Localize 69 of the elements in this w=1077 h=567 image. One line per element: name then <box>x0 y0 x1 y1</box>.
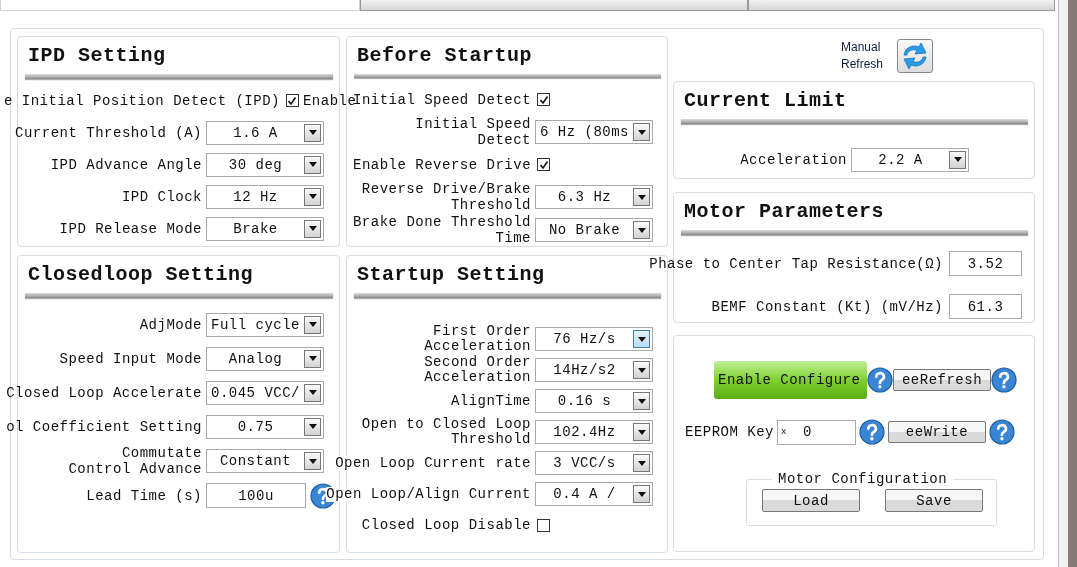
refresh-button[interactable] <box>897 38 933 73</box>
dropdown[interactable]: 102.4Hz <box>535 420 653 444</box>
dropdown[interactable]: 12 Hz <box>206 184 324 209</box>
help-icon[interactable] <box>989 419 1015 446</box>
help-icon[interactable] <box>991 367 1017 394</box>
dropdown[interactable]: Constant <box>206 449 324 473</box>
refresh-button[interactable]: eeRefresh <box>893 369 991 392</box>
dropdown[interactable]: 76 Hz/s <box>535 327 653 351</box>
field-label: Commutate Control Advance <box>68 445 202 477</box>
field-label: Acceleration <box>740 151 847 168</box>
dropdown[interactable]: 1.6 A <box>206 120 324 145</box>
key-field[interactable]: x 0 <box>777 419 856 445</box>
field-label: Phase to Center Tap Resistance(Ω) <box>649 255 943 272</box>
panel-title: IPD Setting <box>27 43 166 69</box>
input-field[interactable]: 61.3 <box>949 294 1022 320</box>
dropdown[interactable]: No Brake <box>535 218 653 242</box>
dropdown[interactable]: Full cycle <box>206 312 324 337</box>
field-label: AdjMode <box>139 316 202 333</box>
panel-title: Before Startup <box>356 43 533 69</box>
field-label: Initial Speed Detect <box>415 116 531 148</box>
dropdown[interactable]: 6.3 Hz <box>535 185 653 209</box>
dropdown[interactable]: 0.75 <box>206 414 324 439</box>
field-label: BEMF Constant (Kt) (mV/Hz) <box>711 298 943 315</box>
refresh-label: Manual Refresh <box>841 38 885 73</box>
field-label: EEPROM Key <box>685 424 774 441</box>
dropdown[interactable]: 0.045 VCC/ <box>206 380 324 405</box>
field-label: Closed Loop Disable <box>361 517 531 533</box>
load-button[interactable]: Load <box>762 489 860 513</box>
field-label: Brake Done Threshold Time <box>352 214 531 246</box>
field-label: AlignTime <box>450 393 531 409</box>
dropdown[interactable]: 14Hz/s2 <box>535 358 653 382</box>
dropdown[interactable]: 30 deg <box>206 152 324 177</box>
field-label: IPD Advance Angle <box>50 156 202 173</box>
panel-title: Startup Setting <box>356 262 545 288</box>
field-label: Lead Time (s) <box>86 487 202 504</box>
field-label: ol Coefficient Setting <box>6 418 202 435</box>
field-label: Enable Reverse Drive <box>353 156 532 173</box>
field-label: Initial Speed Detect <box>353 91 532 108</box>
dropdown[interactable]: 3 VCC/s <box>535 451 653 475</box>
dropdown[interactable]: 0.16 s <box>535 389 653 413</box>
field-label: Closed Loop Accelerate <box>6 384 202 401</box>
input-field[interactable]: 3.52 <box>949 251 1022 277</box>
field-label: Speed Input Mode <box>59 350 202 367</box>
field-label: IPD Release Mode <box>59 220 202 237</box>
field-label: Reverse Drive/Brake Threshold <box>361 181 531 213</box>
field-label: e Initial Position Detect (IPD) <box>4 92 280 109</box>
configure-button[interactable]: Enable Configure <box>714 361 867 400</box>
checkbox[interactable] <box>285 94 299 107</box>
panel-title: Closedloop Setting <box>27 262 254 288</box>
field-label: IPD Clock <box>121 188 202 205</box>
dropdown[interactable]: 0.4 A / <box>535 482 653 506</box>
checkbox[interactable] <box>537 518 550 532</box>
field-label: Open Loop Current rate <box>335 455 531 471</box>
help-icon[interactable] <box>859 419 885 446</box>
group-title: Motor Configuration <box>777 471 949 488</box>
field-label: Open Loop/Align Current <box>326 486 531 502</box>
field-label: Current Threshold (A) <box>15 124 202 141</box>
save-button[interactable]: Save <box>885 489 983 513</box>
panel-title: Current Limit <box>683 88 847 115</box>
write-button[interactable]: eeWrite <box>888 421 986 444</box>
help-icon[interactable] <box>867 367 893 394</box>
dropdown[interactable]: Analog <box>206 346 324 371</box>
panel-title: Motor Parameters <box>683 199 885 226</box>
dropdown[interactable]: Brake <box>206 216 324 241</box>
checkbox[interactable] <box>537 93 551 106</box>
input-field[interactable]: 100u <box>206 483 306 508</box>
checkbox[interactable] <box>537 158 551 171</box>
dropdown[interactable]: 2.2 A <box>851 147 969 172</box>
dropdown[interactable]: 6 Hz (80ms <box>535 120 653 144</box>
